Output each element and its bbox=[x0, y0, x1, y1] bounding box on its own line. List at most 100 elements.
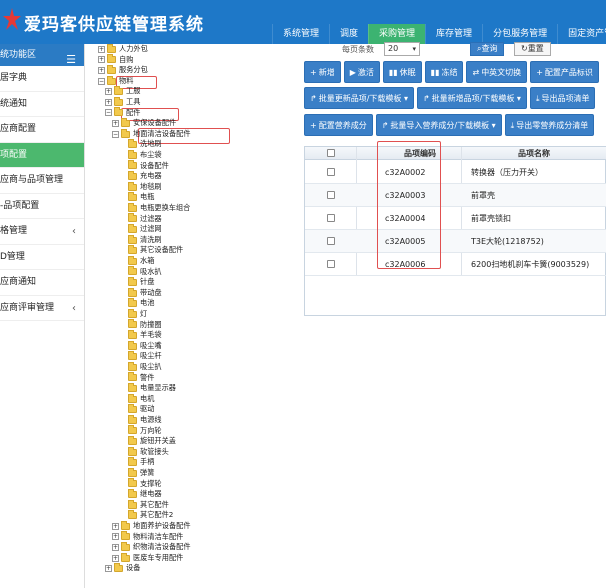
expand-icon[interactable]: + bbox=[112, 533, 119, 541]
page-size-select[interactable]: 20 ▾ bbox=[384, 42, 420, 56]
tree-node[interactable]: 软管接头 bbox=[119, 446, 169, 458]
row-checkbox[interactable] bbox=[327, 214, 335, 222]
sidebar-item[interactable]: -品项配置 bbox=[0, 194, 84, 219]
tree-node[interactable]: + 人力外包 bbox=[98, 44, 148, 55]
tree-node[interactable]: 其它设备配件 bbox=[119, 245, 183, 256]
tree-node[interactable]: 过滤网 bbox=[119, 223, 162, 235]
expand-icon[interactable]: + bbox=[98, 56, 105, 64]
row-checkbox[interactable] bbox=[327, 237, 335, 245]
table-row[interactable]: c32A0003 前罩壳 bbox=[305, 184, 606, 207]
tree-node[interactable]: 吸尘扒 bbox=[119, 361, 162, 373]
sidebar-item[interactable]: 居字典 bbox=[0, 66, 84, 92]
toolbar-button[interactable]: ⤓ 导出零营养成分清单 bbox=[504, 114, 595, 136]
tree-node[interactable]: 充电器 bbox=[119, 170, 162, 182]
tree-node[interactable]: 吸尘嘴 bbox=[119, 340, 162, 352]
tree-node[interactable]: 洗地刷 bbox=[119, 139, 162, 150]
tree-node[interactable]: 继电器 bbox=[119, 488, 162, 500]
hamburger-menu-icon[interactable]: ☰ bbox=[66, 49, 76, 66]
tree-node[interactable]: − 配件 bbox=[105, 107, 140, 119]
tree-node[interactable]: − 物料 bbox=[98, 75, 133, 87]
expand-icon[interactable]: + bbox=[98, 45, 105, 53]
tree-node[interactable]: + 自购 bbox=[98, 54, 133, 66]
toolbar-button[interactable]: + 新增 bbox=[304, 61, 341, 83]
tree-node[interactable]: 防撞圈 bbox=[119, 319, 162, 331]
tree-node[interactable]: + 物料清洁车配件 bbox=[112, 531, 183, 543]
table-row[interactable]: c32A0002 转换器（压力开关） bbox=[305, 161, 606, 184]
toolbar-button[interactable]: + 配置产品标识 bbox=[530, 61, 599, 83]
search-button[interactable]: ⌕查询 bbox=[470, 42, 505, 56]
tree-node[interactable]: 警件 bbox=[119, 372, 154, 384]
tree-node[interactable]: + 医废车专用配件 bbox=[112, 552, 183, 564]
expand-icon[interactable]: + bbox=[112, 543, 119, 551]
tree-node[interactable]: 其它配件 bbox=[119, 499, 169, 511]
tree-node[interactable]: 带动盘 bbox=[119, 287, 162, 299]
tree-node[interactable]: + 织物清洁设备配件 bbox=[112, 541, 191, 553]
toolbar-button[interactable]: + 配置营养成分 bbox=[304, 114, 373, 136]
expand-icon[interactable]: + bbox=[112, 554, 119, 562]
tree-node[interactable]: 电瓶 bbox=[119, 192, 154, 203]
expand-icon[interactable]: + bbox=[105, 565, 112, 573]
sidebar-item[interactable]: 项配置 bbox=[0, 142, 84, 168]
toolbar-button[interactable]: ▮▮ 冻结 bbox=[424, 61, 464, 83]
tree-node[interactable]: 支撑轮 bbox=[119, 478, 162, 490]
toolbar-button[interactable]: ↱ 批量导入营养成分/下载模板 ▾ bbox=[375, 114, 502, 136]
collapse-icon[interactable]: − bbox=[112, 130, 119, 138]
table-row[interactable]: c32A0004 前罩壳锁扣 bbox=[305, 207, 606, 230]
tree-node[interactable]: 吸尘杆 bbox=[119, 351, 162, 362]
nav-tab[interactable]: 库存管理 bbox=[425, 24, 482, 44]
tree-node[interactable]: 万向轮 bbox=[119, 425, 162, 437]
nav-tab[interactable]: 采购管理 bbox=[368, 24, 426, 44]
tree-node[interactable]: 电源线 bbox=[119, 414, 162, 426]
tree-node[interactable]: + 地面养护设备配件 bbox=[112, 520, 191, 532]
reset-button[interactable]: ↻重置 bbox=[514, 42, 551, 56]
toolbar-button[interactable]: ↱ 批量更新品项/下载模板 ▾ bbox=[304, 87, 414, 109]
expand-icon[interactable]: + bbox=[112, 119, 119, 127]
sidebar-item[interactable]: 应商配置 bbox=[0, 117, 84, 143]
toolbar-button[interactable]: ▮▮ 休眠 bbox=[382, 61, 422, 83]
sidebar-item[interactable]: 应商评审管理 ‹ bbox=[0, 296, 84, 321]
tree-node[interactable]: + 设备 bbox=[105, 563, 140, 574]
tree-node[interactable]: 电池 bbox=[119, 298, 154, 309]
tree-node[interactable]: 地毯刷 bbox=[119, 181, 162, 193]
collapse-icon[interactable]: − bbox=[105, 109, 112, 117]
tree-node[interactable]: − 地面清洁设备配件 bbox=[112, 128, 191, 140]
tree-node[interactable]: 驱动 bbox=[119, 404, 154, 415]
nav-tab[interactable]: 分包服务管理 bbox=[482, 24, 557, 44]
collapse-icon[interactable]: − bbox=[98, 77, 105, 85]
toolbar-button[interactable]: ⤓ 导出品项清单 bbox=[529, 87, 596, 109]
nav-tab[interactable]: 调度 bbox=[329, 24, 368, 44]
table-row[interactable]: c32A0006 6200扫地机刹车卡簧(9003529) bbox=[305, 253, 606, 276]
sidebar-item[interactable]: 应商通知 bbox=[0, 270, 84, 296]
sidebar-item[interactable]: 应商与品项管理 bbox=[0, 168, 84, 194]
tree-node[interactable]: 电瓶更换车组合 bbox=[119, 202, 190, 214]
expand-icon[interactable]: + bbox=[105, 98, 112, 106]
tree-node[interactable]: 清洗刷 bbox=[119, 234, 162, 246]
tree-node[interactable]: 其它配件2 bbox=[119, 510, 173, 521]
tree-node[interactable]: 电量显示器 bbox=[119, 382, 176, 394]
tree-node[interactable]: 旋钮开关盖 bbox=[119, 435, 176, 447]
tree-node[interactable]: 电机 bbox=[119, 393, 154, 405]
tree-node[interactable]: 吸水扒 bbox=[119, 266, 162, 278]
tree-node[interactable]: 布尘袋 bbox=[119, 149, 162, 161]
tree-node[interactable]: 手柄 bbox=[119, 457, 154, 468]
col-header-name[interactable]: 品项名称 bbox=[461, 147, 606, 160]
tree-node[interactable]: 羊毛袋 bbox=[119, 329, 162, 341]
tree-node[interactable]: 弹簧 bbox=[119, 467, 154, 479]
select-all-checkbox[interactable] bbox=[327, 149, 335, 157]
expand-icon[interactable]: + bbox=[98, 66, 105, 74]
expand-icon[interactable]: + bbox=[112, 522, 119, 530]
tree-node[interactable]: 设备配件 bbox=[119, 160, 169, 172]
nav-tab[interactable]: 固定资产管理 bbox=[557, 24, 606, 44]
tree-node[interactable]: 过滤器 bbox=[119, 213, 162, 225]
tree-node[interactable]: + 工具 bbox=[105, 96, 140, 108]
tree-node[interactable]: + 工服 bbox=[105, 86, 140, 97]
sidebar-item[interactable]: 格管理 ‹ bbox=[0, 219, 84, 245]
sidebar-item[interactable]: D管理 bbox=[0, 245, 84, 270]
tree-node[interactable]: + 安保设备配件 bbox=[112, 117, 176, 129]
tree-node[interactable]: + 服务分包 bbox=[98, 64, 148, 76]
row-checkbox[interactable] bbox=[327, 168, 335, 176]
expand-icon[interactable]: + bbox=[105, 88, 112, 96]
table-row[interactable]: c32A0005 T3E大轮(1218752) bbox=[305, 230, 606, 253]
tree-node[interactable]: 灯 bbox=[119, 308, 147, 320]
sidebar-item[interactable]: 统通知 bbox=[0, 92, 84, 117]
